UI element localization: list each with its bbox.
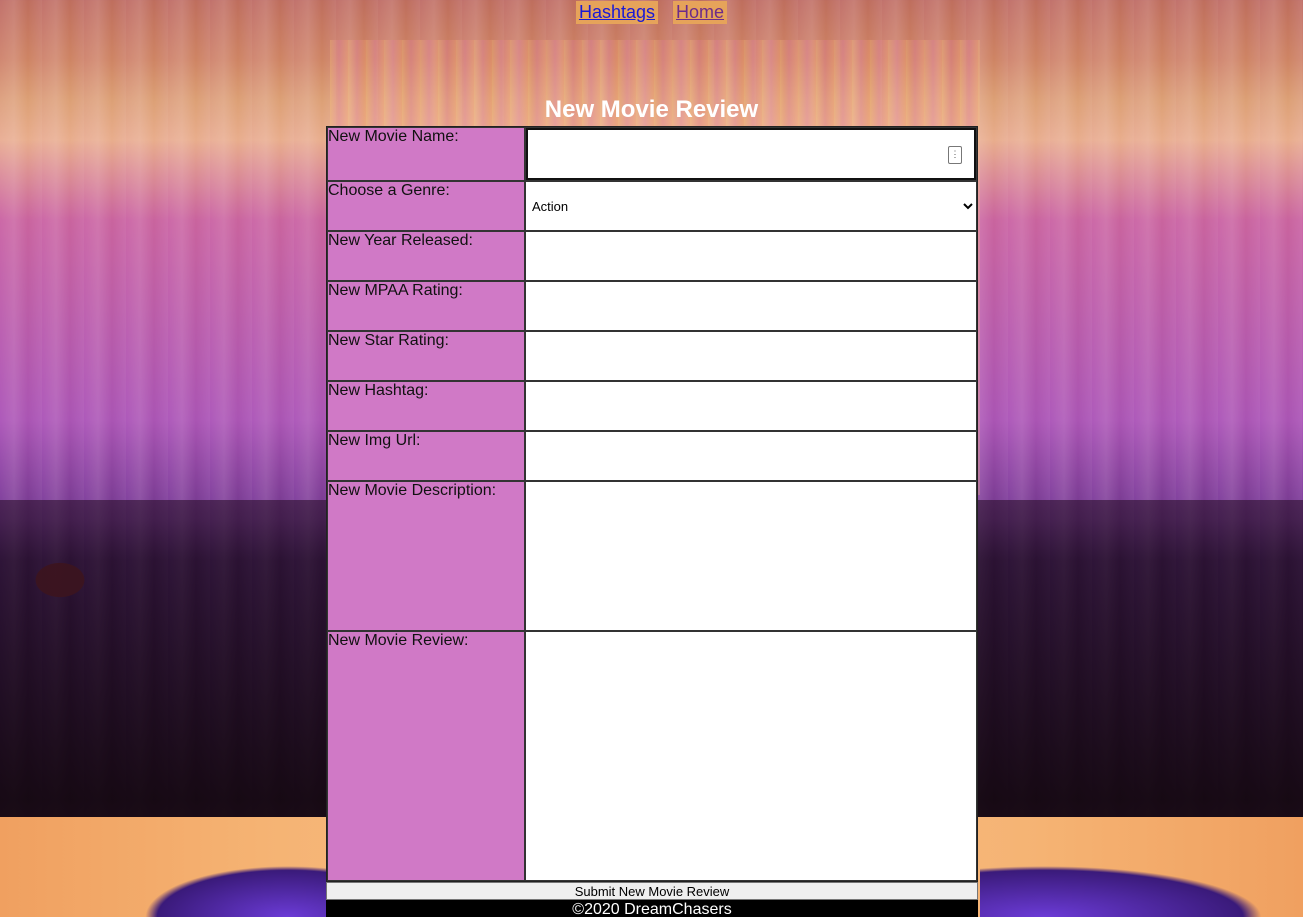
movie-name-input[interactable] xyxy=(532,132,970,176)
form-row-name: New Movie Name: ⋮ xyxy=(327,127,977,181)
page-title: New Movie Review xyxy=(544,96,759,123)
label-star-rating: New Star Rating: xyxy=(327,331,525,381)
label-year-released: New Year Released: xyxy=(327,231,525,281)
input-cell-genre: Action xyxy=(525,181,977,231)
img-url-input[interactable] xyxy=(526,432,976,480)
form-row-year: New Year Released: xyxy=(327,231,977,281)
mpaa-rating-input[interactable] xyxy=(526,282,976,330)
form-row-img: New Img Url: xyxy=(327,431,977,481)
form-row-hashtag: New Hashtag: xyxy=(327,381,977,431)
form-row-mpaa: New MPAA Rating: xyxy=(327,281,977,331)
movie-review-textarea[interactable] xyxy=(526,632,976,880)
nav-link-home[interactable]: Home xyxy=(673,1,728,24)
year-released-input[interactable] xyxy=(526,232,976,280)
form-row-description: New Movie Description: xyxy=(327,481,977,631)
movie-description-textarea[interactable] xyxy=(526,482,976,630)
genre-select[interactable]: Action xyxy=(526,182,976,230)
top-nav: Hashtags Home xyxy=(0,0,1303,24)
star-rating-input[interactable] xyxy=(526,332,976,380)
input-cell-img xyxy=(525,431,977,481)
input-cell-year xyxy=(525,231,977,281)
label-genre: Choose a Genre: xyxy=(327,181,525,231)
input-cell-mpaa xyxy=(525,281,977,331)
review-form: New Movie Name: ⋮ Choose a Genre: Action… xyxy=(326,126,978,917)
label-mpaa-rating: New MPAA Rating: xyxy=(327,281,525,331)
footer: ©2020 DreamChasers xyxy=(326,900,978,917)
input-cell-hashtag xyxy=(525,381,977,431)
keyboard-icon[interactable]: ⋮ xyxy=(948,146,962,164)
nav-link-hashtags[interactable]: Hashtags xyxy=(575,1,658,24)
input-cell-movie-name: ⋮ xyxy=(525,127,977,181)
label-hashtag: New Hashtag: xyxy=(327,381,525,431)
label-movie-name: New Movie Name: xyxy=(327,127,525,181)
submit-review-button[interactable]: Submit New Movie Review xyxy=(326,882,978,900)
movie-name-input-wrap: ⋮ xyxy=(526,128,976,180)
label-movie-review: New Movie Review: xyxy=(327,631,525,881)
input-cell-review xyxy=(525,631,977,881)
background-swoosh-left xyxy=(120,857,330,917)
form-row-star: New Star Rating: xyxy=(327,331,977,381)
form-row-review: New Movie Review: xyxy=(327,631,977,881)
label-img-url: New Img Url: xyxy=(327,431,525,481)
hashtag-input[interactable] xyxy=(526,382,976,430)
label-movie-description: New Movie Description: xyxy=(327,481,525,631)
input-cell-star xyxy=(525,331,977,381)
input-cell-description xyxy=(525,481,977,631)
form-row-genre: Choose a Genre: Action xyxy=(327,181,977,231)
background-swoosh-right xyxy=(980,857,1300,917)
review-form-table: New Movie Name: ⋮ Choose a Genre: Action… xyxy=(326,126,978,882)
